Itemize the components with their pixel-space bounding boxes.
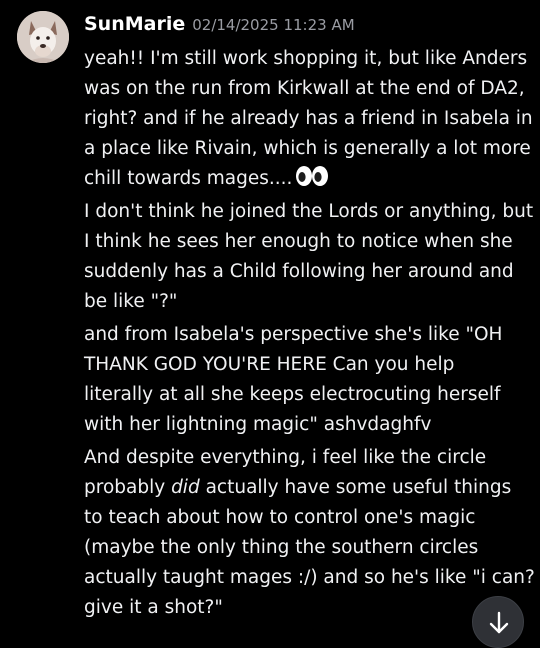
message-line: and from Isabela's perspective she's lik… — [84, 324, 503, 345]
jump-to-present-button[interactable] — [472, 596, 524, 648]
username[interactable]: SunMarie — [84, 13, 185, 35]
message-content: yeah!! I'm still work shopping it, but l… — [84, 44, 535, 623]
message-line: a place like Rivain, which is generally … — [84, 138, 531, 159]
message-line: be like "?" — [84, 291, 178, 312]
message-line: (maybe the only thing the southern circl… — [84, 537, 479, 558]
message-text: actually have some useful things — [199, 477, 512, 498]
eyes-emoji-icon[interactable] — [295, 165, 329, 197]
message-line: actually taught mages :/) and so he's li… — [84, 567, 535, 588]
message-line: And despite everything, i feel like the … — [84, 447, 487, 468]
message-line-with-emoji: chill towards mages.... — [84, 164, 534, 194]
message-text: chill towards mages.... — [84, 168, 293, 189]
message-line: give it a shot?" — [84, 597, 223, 618]
italic-text: did — [171, 477, 200, 498]
message-line-italic: probably did actually have some useful t… — [84, 473, 534, 503]
message-header: SunMarie 02/14/2025 11:23 AM — [84, 13, 355, 43]
chat-message: SunMarie 02/14/2025 11:23 AM yeah!! I'm s… — [0, 0, 540, 648]
message-line: I think he sees her enough to notice whe… — [84, 231, 513, 252]
message-line: right? and if he already has a friend in… — [84, 108, 533, 129]
message-line: THANK GOD YOU'RE HERE Can you help — [84, 354, 455, 375]
message-text: probably — [84, 477, 172, 498]
message-line: with her lightning magic" ashvdaghfv — [84, 414, 432, 435]
user-avatar[interactable] — [17, 11, 69, 63]
dog-avatar-icon — [17, 11, 69, 63]
timestamp: 02/14/2025 11:23 AM — [192, 16, 355, 34]
message-line: literally at all she keeps electrocuting… — [84, 384, 501, 405]
message-line: to teach about how to control one's magi… — [84, 507, 476, 528]
message-line: I don't think he joined the Lords or any… — [84, 201, 534, 222]
arrow-down-icon — [489, 611, 509, 634]
message-line: yeah!! I'm still work shopping it, but l… — [84, 48, 528, 69]
message-line: was on the run from Kirkwall at the end … — [84, 78, 525, 99]
message-line: suddenly has a Child following her aroun… — [84, 261, 514, 282]
